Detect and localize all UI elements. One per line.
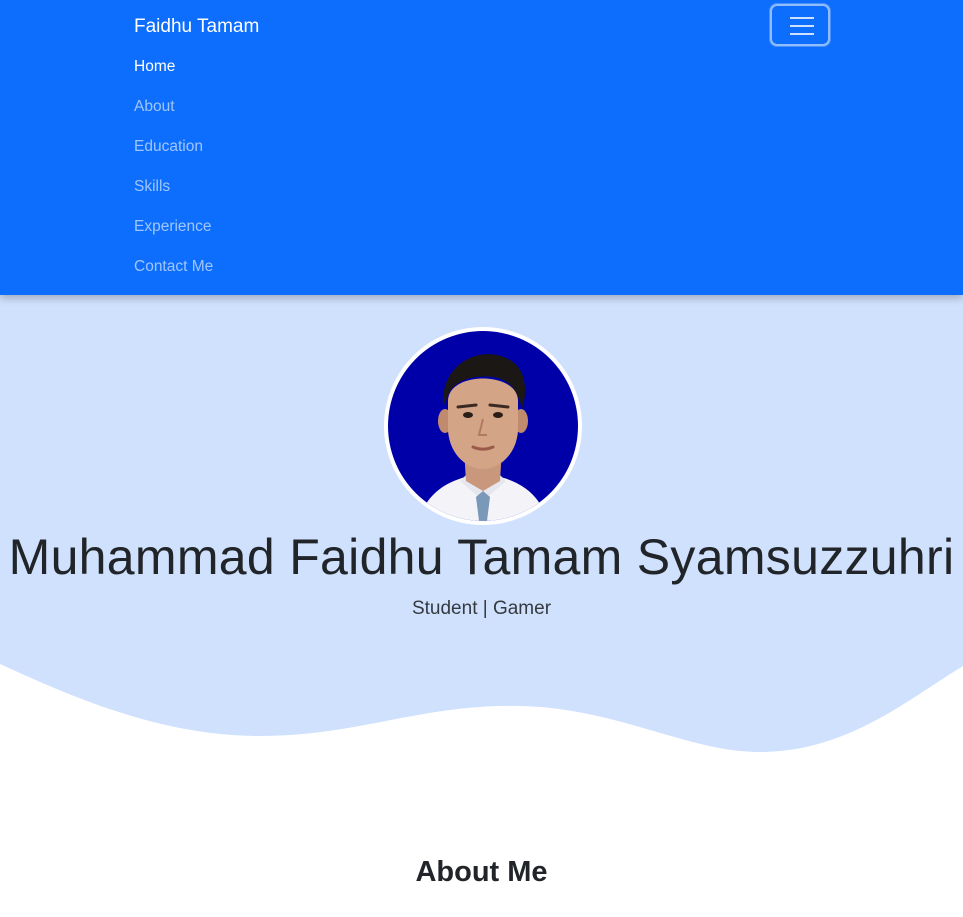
navbar: Faidhu Tamam Home About Education Skills…: [0, 0, 963, 295]
nav-item-home[interactable]: Home: [134, 57, 213, 97]
nav-menu: Home About Education Skills Experience C…: [134, 57, 213, 297]
nav-item-contact-me[interactable]: Contact Me: [134, 257, 213, 297]
page: Faidhu Tamam Home About Education Skills…: [0, 0, 963, 917]
hero-subtitle: Student | Gamer: [411, 598, 552, 619]
profile-photo: [384, 327, 582, 525]
navbar-brand[interactable]: Faidhu Tamam: [134, 16, 259, 38]
nav-item-education[interactable]: Education: [134, 137, 213, 177]
profile-photo-image: [388, 331, 578, 521]
hero-name: Muhammad Faidhu Tamam Syamsuzzuhri: [8, 529, 955, 585]
nav-item-about[interactable]: About: [134, 97, 213, 137]
nav-item-skills[interactable]: Skills: [134, 177, 213, 217]
navbar-toggle-button[interactable]: [770, 4, 830, 46]
nav-item-experience[interactable]: Experience: [134, 217, 213, 257]
about-section-title: About Me: [415, 856, 548, 888]
hero-wave-divider: [0, 664, 963, 780]
